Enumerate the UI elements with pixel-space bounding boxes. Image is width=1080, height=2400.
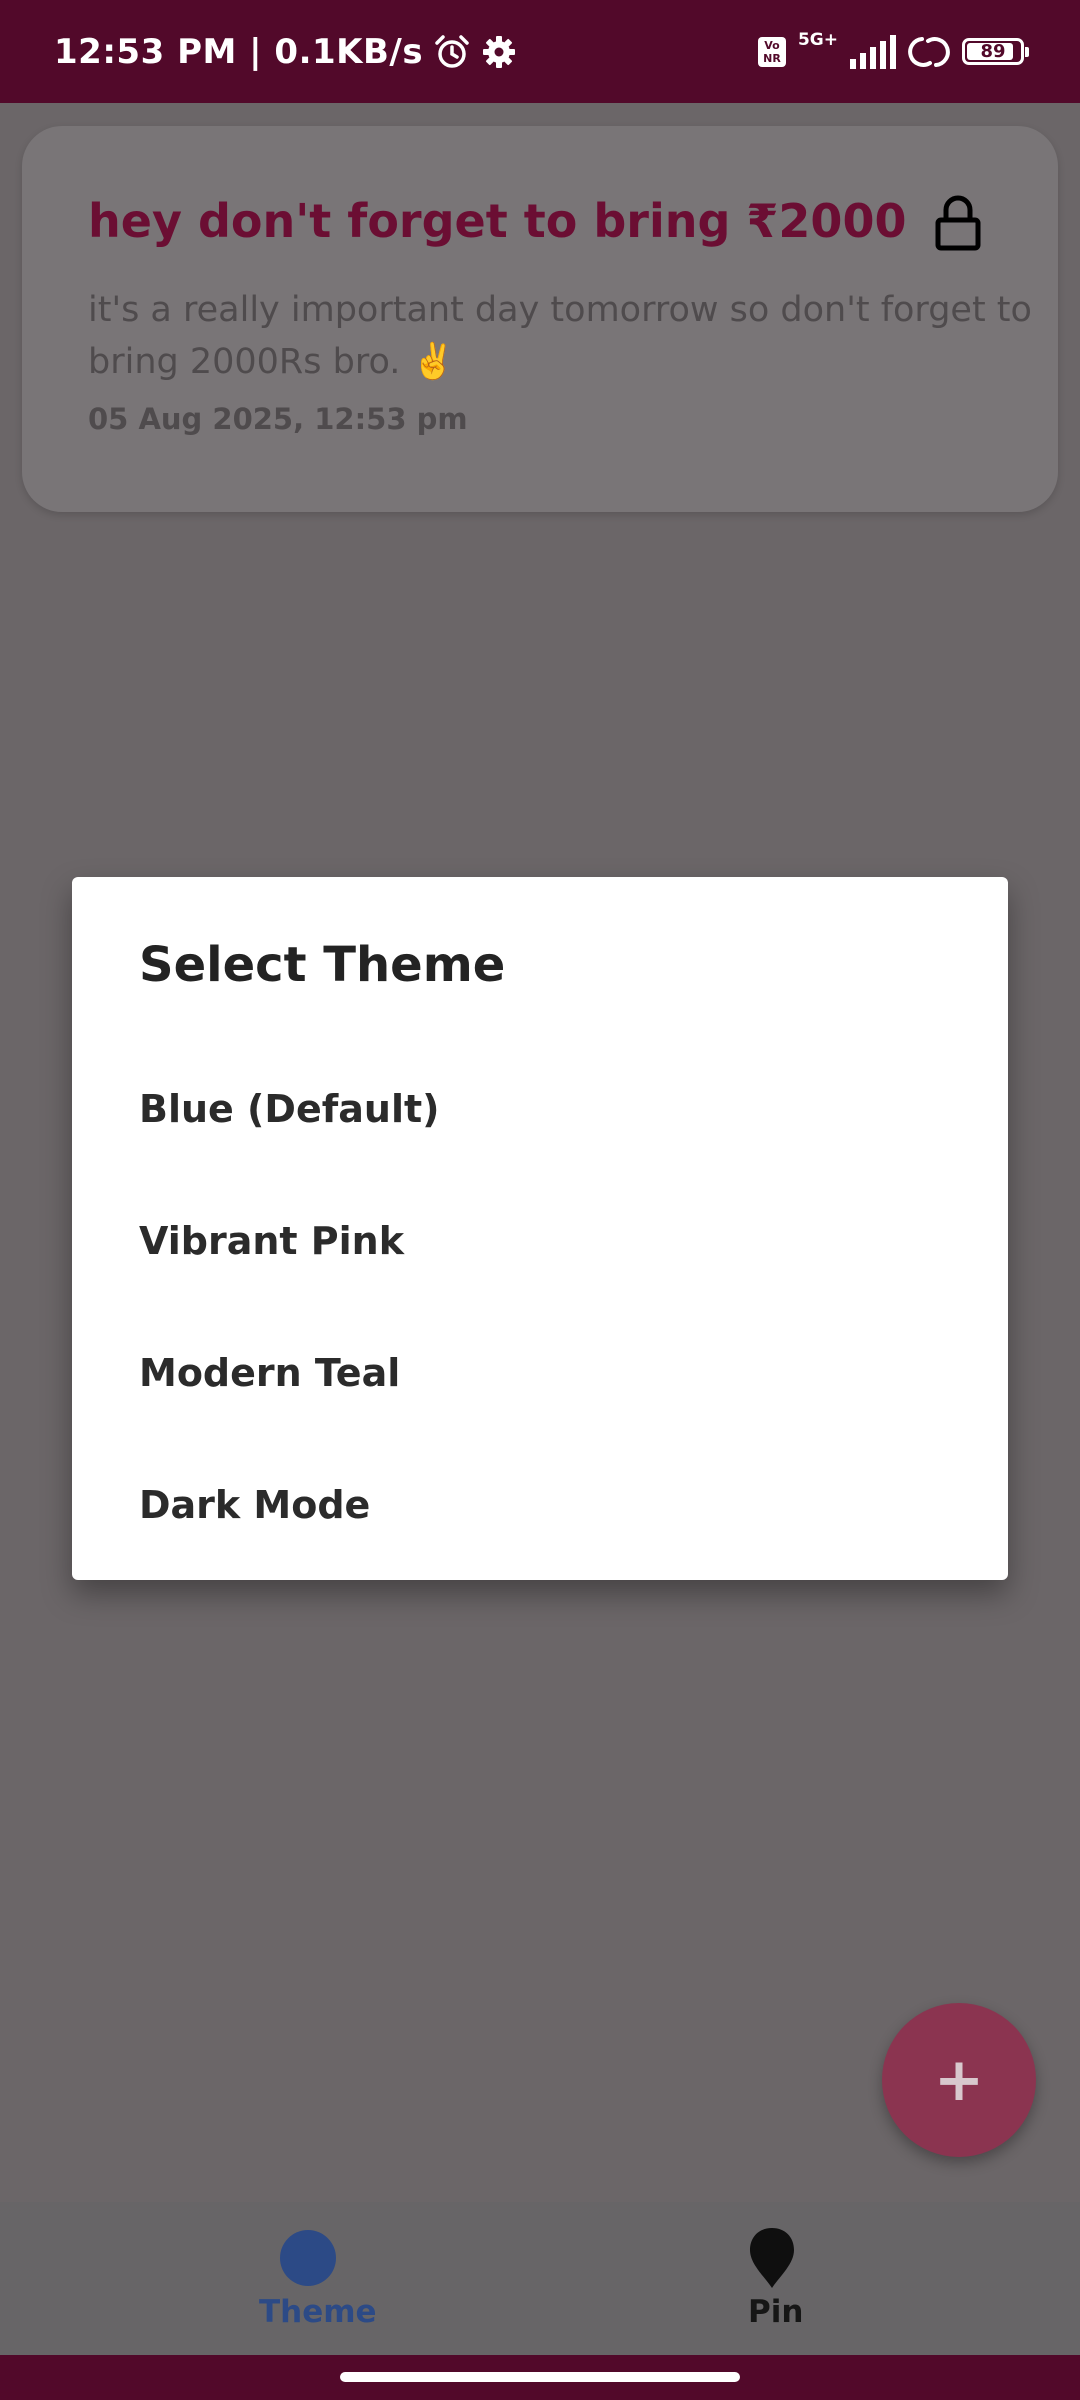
- pin-icon: [748, 2226, 796, 2290]
- theme-option-vibrant-pink[interactable]: Vibrant Pink: [72, 1175, 1008, 1307]
- note-title: hey don't forget to bring ₹2000: [88, 194, 907, 248]
- battery-icon: 89: [962, 38, 1029, 65]
- nav-item-theme[interactable]: Theme: [0, 2202, 540, 2355]
- signal-icon: [850, 34, 896, 69]
- theme-option-dark-mode[interactable]: Dark Mode: [72, 1439, 1008, 1571]
- theme-option-label: Modern Teal: [139, 1351, 401, 1395]
- gesture-bar: [0, 2355, 1080, 2400]
- status-bar: 12:53 PM | 0.1KB/s Vo NR 5G+ 89: [0, 0, 1080, 103]
- note-body: it's a really important day tomorrow so …: [88, 290, 1032, 382]
- note-card[interactable]: hey don't forget to bring ₹2000 it's a r…: [22, 126, 1058, 512]
- battery-level: 89: [980, 41, 1006, 62]
- hotspot-icon: [908, 35, 950, 69]
- settings-icon: [481, 34, 517, 70]
- theme-option-modern-teal[interactable]: Modern Teal: [72, 1307, 1008, 1439]
- nav-label-theme: Theme: [259, 2294, 377, 2330]
- add-note-button[interactable]: +: [882, 2003, 1036, 2157]
- theme-option-label: Blue (Default): [139, 1087, 440, 1131]
- status-time-speed: 12:53 PM | 0.1KB/s: [54, 31, 424, 72]
- note-date: 05 Aug 2025, 12:53 pm: [88, 402, 468, 436]
- lock-icon[interactable]: [934, 194, 982, 252]
- nav-item-pin[interactable]: Pin: [540, 2202, 1080, 2355]
- theme-option-label: Dark Mode: [139, 1483, 371, 1527]
- gesture-handle[interactable]: [340, 2372, 740, 2382]
- theme-option-label: Vibrant Pink: [139, 1219, 404, 1263]
- theme-option-blue[interactable]: Blue (Default): [72, 1043, 1008, 1175]
- select-theme-dialog: Select Theme Blue (Default) Vibrant Pink…: [72, 877, 1008, 1580]
- plus-icon: +: [933, 2045, 985, 2115]
- status-right: Vo NR 5G+ 89: [757, 0, 1029, 103]
- status-left: 12:53 PM | 0.1KB/s: [54, 0, 517, 103]
- dialog-title: Select Theme: [139, 937, 506, 993]
- bottom-navigation: Theme Pin: [0, 2202, 1080, 2355]
- network-type-label: 5G+: [797, 29, 838, 50]
- volte-badge: Vo NR: [757, 36, 786, 67]
- theme-dot-icon: [280, 2230, 336, 2286]
- alarm-icon: [433, 33, 471, 71]
- nav-label-pin: Pin: [748, 2294, 804, 2330]
